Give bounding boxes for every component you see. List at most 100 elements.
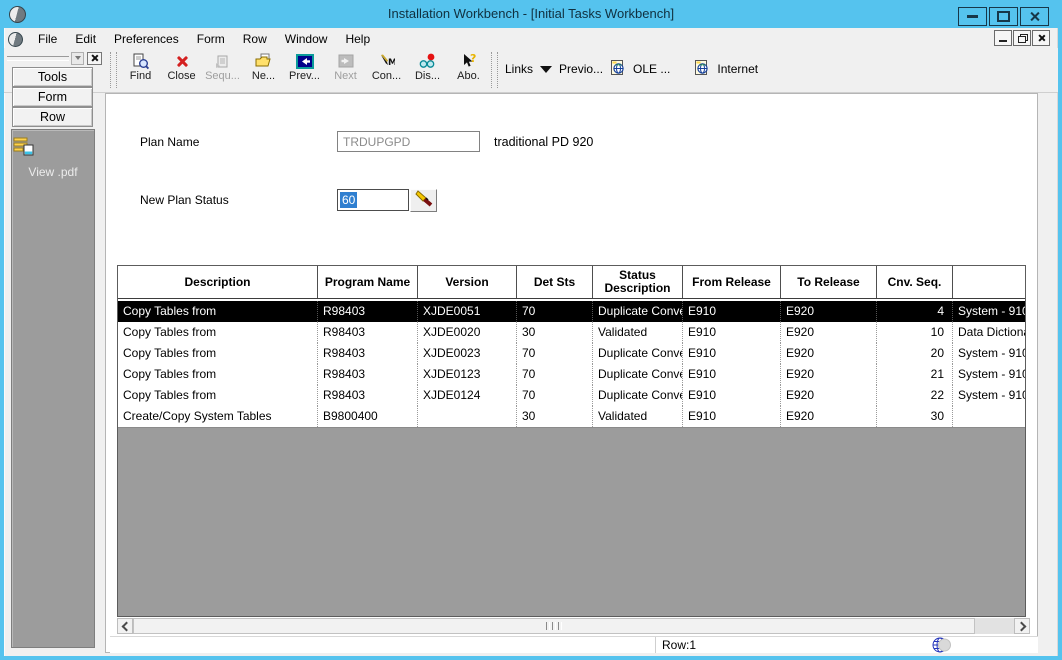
column-header-cnv-seq[interactable]: Cnv. Seq. — [877, 266, 953, 298]
cell-extra[interactable]: System - 910 — [953, 301, 1025, 322]
scroll-left-button[interactable] — [117, 618, 133, 634]
links-label[interactable]: Links — [505, 62, 533, 76]
titlebar[interactable]: Installation Workbench - [Initial Tasks … — [0, 0, 1062, 28]
column-header-program-name[interactable]: Program Name — [318, 266, 418, 298]
find-button[interactable]: Find — [120, 49, 161, 94]
menu-file[interactable]: File — [29, 31, 66, 47]
menu-form[interactable]: Form — [188, 31, 234, 47]
menu-help[interactable]: Help — [336, 31, 379, 47]
cell-program-name[interactable]: R98403 — [318, 301, 418, 322]
cell-det-sts[interactable]: 70 — [517, 301, 593, 322]
menu-preferences[interactable]: Preferences — [105, 31, 188, 47]
cell-from-release[interactable]: E910 — [683, 301, 781, 322]
column-header-det-sts[interactable]: Det Sts — [517, 266, 593, 298]
cell-cnv-seq[interactable]: 20 — [877, 343, 953, 364]
table-row[interactable]: Copy Tables from R98403 XJDE0051 70 Dupl… — [118, 301, 1025, 322]
toolbar-drag-handle[interactable] — [110, 52, 117, 88]
child-window-icon[interactable] — [8, 32, 23, 47]
cell-description[interactable]: Copy Tables from — [118, 343, 318, 364]
cell-program-name[interactable]: R98403 — [318, 343, 418, 364]
cell-version[interactable]: XJDE0124 — [418, 385, 517, 406]
cell-extra[interactable]: System - 910 — [953, 343, 1025, 364]
cell-version[interactable]: XJDE0023 — [418, 343, 517, 364]
internet-link[interactable]: Internet — [717, 62, 758, 76]
menu-row[interactable]: Row — [234, 31, 276, 47]
cell-status-description[interactable]: Validated — [593, 322, 683, 343]
sidebar-tab-tools[interactable]: Tools — [12, 67, 93, 87]
cell-status-description[interactable]: Duplicate Conver — [593, 385, 683, 406]
cell-from-release[interactable]: E910 — [683, 406, 781, 427]
table-row[interactable]: Copy Tables from R98403 XJDE0020 30 Vali… — [118, 322, 1025, 343]
new-button[interactable]: Ne... — [243, 49, 284, 94]
menu-window[interactable]: Window — [276, 31, 337, 47]
cell-to-release[interactable]: E920 — [781, 406, 877, 427]
cell-version[interactable]: XJDE0020 — [418, 322, 517, 343]
cell-from-release[interactable]: E910 — [683, 322, 781, 343]
new-plan-status-field[interactable]: 60 — [337, 189, 409, 211]
display-button[interactable]: Dis... — [407, 49, 448, 94]
sidebar-tab-form[interactable]: Form — [12, 87, 93, 107]
cell-version[interactable]: XJDE0123 — [418, 364, 517, 385]
links-dropdown-icon[interactable] — [540, 66, 552, 73]
scrollbar-track[interactable] — [975, 618, 1014, 634]
column-header-description[interactable]: Description — [118, 266, 318, 298]
cell-status-description[interactable]: Duplicate Conver — [593, 301, 683, 322]
cell-description[interactable]: Copy Tables from — [118, 385, 318, 406]
cell-det-sts[interactable]: 30 — [517, 406, 593, 427]
maximize-button[interactable] — [989, 7, 1018, 26]
table-row[interactable]: Create/Copy System Tables B9800400 30 Va… — [118, 406, 1025, 427]
previous-button[interactable]: Prev... — [284, 49, 325, 94]
column-header-from-release[interactable]: From Release — [683, 266, 781, 298]
view-pdf-label[interactable]: View .pdf — [12, 165, 94, 179]
close-button[interactable] — [1020, 7, 1049, 26]
cell-program-name[interactable]: R98403 — [318, 322, 418, 343]
cell-description[interactable]: Copy Tables from — [118, 301, 318, 322]
column-header-to-release[interactable]: To Release — [781, 266, 877, 298]
scroll-right-button[interactable] — [1014, 618, 1030, 634]
previous-link[interactable]: Previo... — [559, 62, 603, 76]
view-pdf-icon[interactable] — [12, 137, 94, 162]
column-header-status-description[interactable]: Status Description — [593, 266, 683, 298]
cell-version[interactable] — [418, 406, 517, 427]
cell-to-release[interactable]: E920 — [781, 343, 877, 364]
cell-to-release[interactable]: E920 — [781, 322, 877, 343]
minimize-button[interactable] — [958, 7, 987, 26]
sidebar-tab-row[interactable]: Row — [12, 107, 93, 127]
cell-cnv-seq[interactable]: 21 — [877, 364, 953, 385]
cell-det-sts[interactable]: 70 — [517, 364, 593, 385]
column-header-extra[interactable] — [953, 266, 1025, 298]
plan-name-field[interactable]: TRDUPGPD — [337, 131, 480, 152]
preset-combobox[interactable] — [7, 56, 69, 61]
cell-to-release[interactable]: E920 — [781, 364, 877, 385]
cell-program-name[interactable]: R98403 — [318, 364, 418, 385]
table-row[interactable]: Copy Tables from R98403 XJDE0124 70 Dupl… — [118, 385, 1025, 406]
about-button[interactable]: ? Abo. — [448, 49, 489, 94]
cell-to-release[interactable]: E920 — [781, 385, 877, 406]
cell-from-release[interactable]: E910 — [683, 343, 781, 364]
table-row[interactable]: Copy Tables from R98403 XJDE0123 70 Dupl… — [118, 364, 1025, 385]
cell-extra[interactable]: System - 910 — [953, 385, 1025, 406]
cell-program-name[interactable]: R98403 — [318, 385, 418, 406]
cell-cnv-seq[interactable]: 30 — [877, 406, 953, 427]
cell-det-sts[interactable]: 70 — [517, 385, 593, 406]
cell-det-sts[interactable]: 70 — [517, 343, 593, 364]
preset-close-button[interactable] — [87, 52, 102, 65]
child-minimize-button[interactable] — [994, 30, 1012, 46]
cell-from-release[interactable]: E910 — [683, 364, 781, 385]
cell-extra[interactable]: System - 910 — [953, 364, 1025, 385]
confirm-button[interactable]: M Con... — [366, 49, 407, 94]
menu-edit[interactable]: Edit — [66, 31, 105, 47]
cell-status-description[interactable]: Duplicate Conver — [593, 343, 683, 364]
column-header-version[interactable]: Version — [418, 266, 517, 298]
grid-horizontal-scrollbar[interactable] — [117, 618, 1030, 634]
cell-to-release[interactable]: E920 — [781, 301, 877, 322]
ole-link[interactable]: OLE ... — [633, 62, 670, 76]
cell-det-sts[interactable]: 30 — [517, 322, 593, 343]
cell-cnv-seq[interactable]: 22 — [877, 385, 953, 406]
cell-description[interactable]: Create/Copy System Tables — [118, 406, 318, 427]
visual-assist-button[interactable] — [410, 189, 437, 212]
cell-status-description[interactable]: Validated — [593, 406, 683, 427]
cell-from-release[interactable]: E910 — [683, 385, 781, 406]
cell-program-name[interactable]: B9800400 — [318, 406, 418, 427]
cell-description[interactable]: Copy Tables from — [118, 364, 318, 385]
